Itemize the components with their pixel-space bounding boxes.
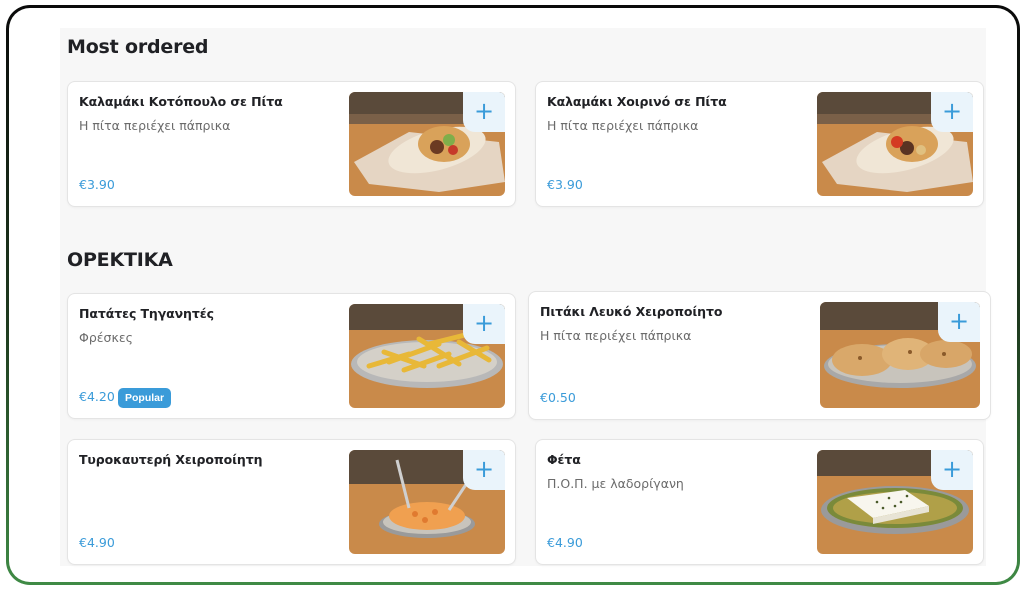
item-description: Φρέσκες [79,330,133,345]
plus-icon: + [473,97,495,125]
section-title-orektika: OPEKTIKA [67,249,173,271]
add-to-cart-button[interactable]: + [931,450,973,490]
item-price: €3.90 [79,177,115,192]
popular-badge: Popular [118,388,172,408]
add-to-cart-button[interactable]: + [938,302,980,342]
fries-image: + [349,304,505,408]
item-price: €4.90 [79,535,115,550]
item-price: €0.50 [540,390,576,405]
item-name: Καλαμάκι Χοιρινό σε Πίτα [547,94,727,109]
add-to-cart-button[interactable]: + [931,92,973,132]
plus-icon: + [941,97,963,125]
item-description: Η πίτα περιέχει πάπρικα [79,118,231,133]
item-price: €4.20 [79,389,115,404]
item-name: Πιτάκι Λευκό Χειροποίητο [540,304,723,319]
item-price: €3.90 [547,177,583,192]
item-description: Η πίτα περιέχει πάπρικα [547,118,699,133]
menu-item-card[interactable]: Τυροκαυτερή Χειροποίητη €4.90 + [67,439,516,565]
plus-icon: + [948,307,970,335]
item-name: Καλαμάκι Κοτόπουλο σε Πίτα [79,94,283,109]
add-to-cart-button[interactable]: + [463,304,505,344]
menu-content: Most ordered Καλαμάκι Κοτόπουλο σε Πίτα … [60,28,991,566]
plus-icon: + [941,455,963,483]
tyrokafteri-image: + [349,450,505,554]
item-price: €4.90 [547,535,583,550]
menu-item-card[interactable]: Πιτάκι Λευκό Χειροποίητο Η πίτα περιέχει… [528,291,991,420]
item-description: Π.Ο.Π. με λαδορίγανη [547,476,684,491]
menu-item-card[interactable]: Πατάτες Τηγανητές Φρέσκες €4.20 Popular [67,293,516,419]
pork-pita-image: + [817,92,973,196]
chicken-pita-image: + [349,92,505,196]
item-name: Τυροκαυτερή Χειροποίητη [79,452,263,467]
menu-item-card[interactable]: Φέτα Π.Ο.Π. με λαδορίγανη €4.90 + [535,439,984,565]
item-name: Πατάτες Τηγανητές [79,306,214,321]
plus-icon: + [473,455,495,483]
menu-item-card[interactable]: Καλαμάκι Κοτόπουλο σε Πίτα Η πίτα περιέχ… [67,81,516,207]
window-frame: Most ordered Καλαμάκι Κοτόπουλο σε Πίτα … [6,5,1020,585]
section-title-most-ordered: Most ordered [67,36,209,58]
item-description: Η πίτα περιέχει πάπρικα [540,328,692,343]
add-to-cart-button[interactable]: + [463,92,505,132]
item-name: Φέτα [547,452,581,467]
menu-item-card[interactable]: Καλαμάκι Χοιρινό σε Πίτα Η πίτα περιέχει… [535,81,984,207]
add-to-cart-button[interactable]: + [463,450,505,490]
plus-icon: + [473,309,495,337]
feta-image: + [817,450,973,554]
pita-bread-image: + [820,302,980,408]
